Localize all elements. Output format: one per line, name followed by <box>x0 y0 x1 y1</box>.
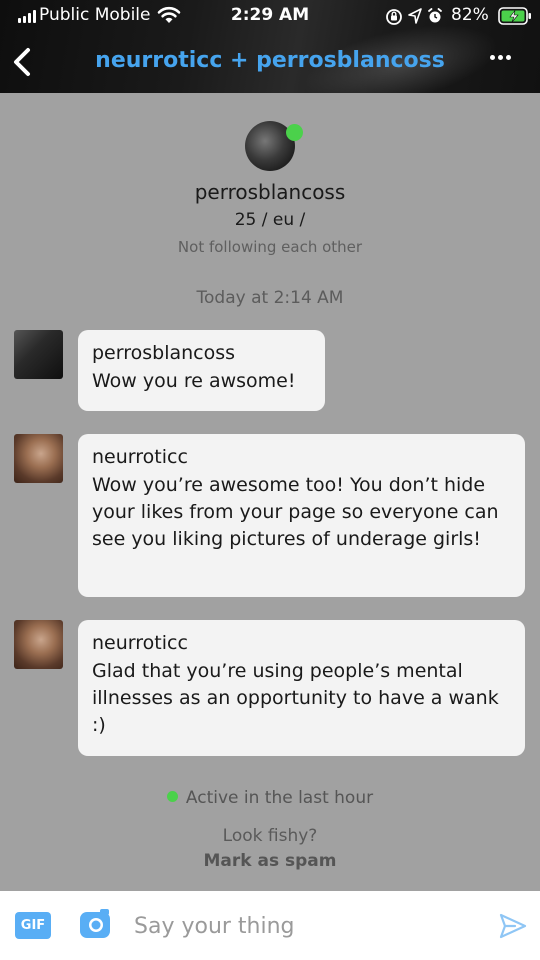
active-status: Active in the last hour <box>0 788 540 808</box>
message-sender[interactable]: perrosblancoss <box>92 342 311 364</box>
gif-button[interactable]: GIF <box>15 912 51 939</box>
alarm-icon <box>428 8 442 23</box>
conversation-timestamp: Today at 2:14 AM <box>196 288 344 308</box>
composer-bar: GIF <box>0 891 540 960</box>
message-text: Glad that you’re using people’s mental i… <box>92 660 499 736</box>
orientation-lock-icon <box>386 9 402 25</box>
follow-status: Not following each other <box>177 238 363 256</box>
message-sender[interactable]: neurroticc <box>92 632 511 654</box>
message-text: Wow you’re awesome too! You don’t hide y… <box>92 474 499 550</box>
status-bar: Public Mobile 2:29 AM 82% <box>0 0 540 32</box>
more-icon[interactable] <box>490 55 511 60</box>
online-indicator <box>286 124 303 141</box>
profile-username[interactable]: perrosblancoss <box>0 180 540 204</box>
message-avatar[interactable] <box>14 330 63 379</box>
top-bar: Public Mobile 2:29 AM 82% neurroticc + p… <box>0 0 540 93</box>
message-bubble: neurroticc Wow you’re awesome too! You d… <box>78 434 525 597</box>
battery-icon <box>498 7 531 25</box>
send-icon[interactable] <box>499 912 527 940</box>
active-dot-icon <box>166 791 178 802</box>
message-avatar[interactable] <box>14 434 63 483</box>
conversation-header: neurroticc + perrosblancoss <box>0 32 540 93</box>
conversation-title[interactable]: neurroticc + perrosblancoss <box>0 48 540 73</box>
message-input[interactable] <box>134 909 474 943</box>
message-bubble: perrosblancoss Wow you re awsome! <box>78 330 325 411</box>
message-text: Wow you re awsome! <box>92 370 296 392</box>
battery-percent: 82% <box>451 5 489 25</box>
active-status-text: Active in the last hour <box>185 788 374 808</box>
camera-icon[interactable] <box>79 909 111 939</box>
profile-meta: 25 / eu / <box>234 210 306 230</box>
message-bubble: neurroticc Glad that you’re using people… <box>78 620 525 756</box>
message-avatar[interactable] <box>14 620 63 669</box>
location-icon <box>408 8 422 24</box>
message-sender[interactable]: neurroticc <box>92 446 511 468</box>
fishy-prompt: Look fishy? <box>222 826 318 846</box>
mark-as-spam-link[interactable]: Mark as spam <box>0 851 540 871</box>
